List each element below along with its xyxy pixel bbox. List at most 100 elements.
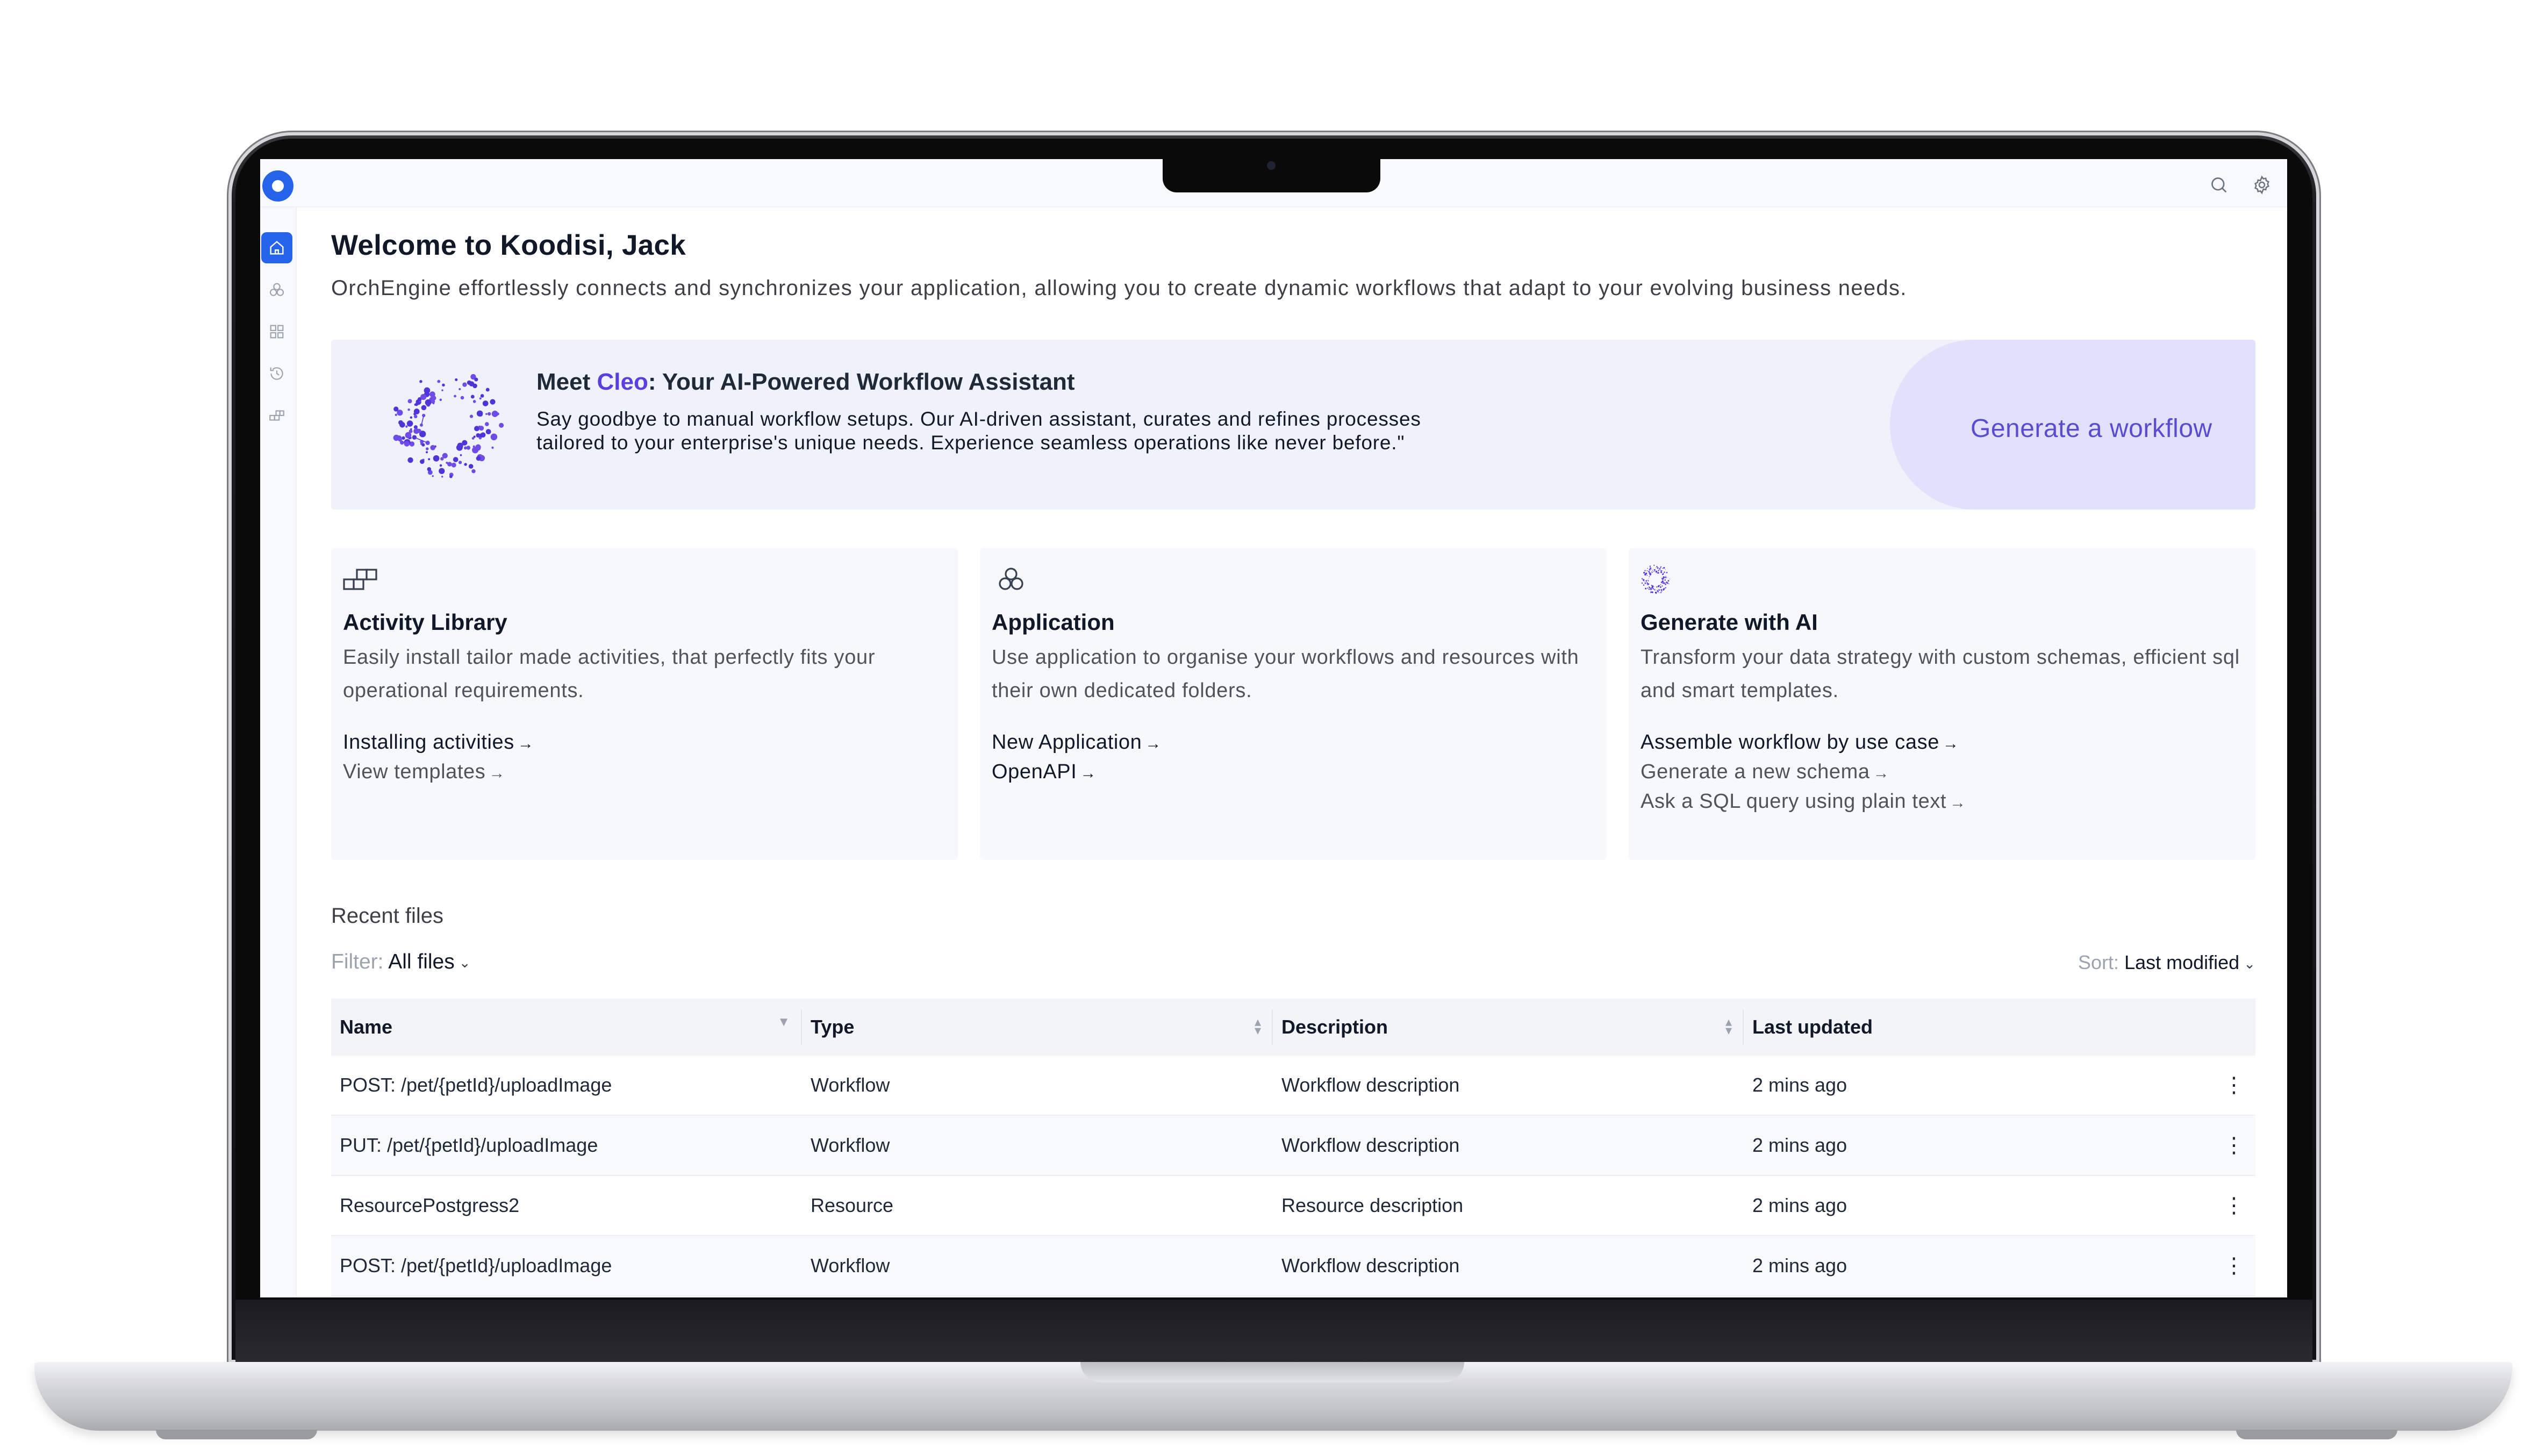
cell-name: PUT: /pet/{petId}/uploadImage (331, 1115, 802, 1176)
page-title: Welcome to Koodisi, Jack (331, 229, 686, 261)
table-row[interactable]: POST: /pet/{petId}/uploadImage Workflow … (331, 1056, 2255, 1116)
cell-name: POST: /pet/{petId}/uploadImage (331, 1236, 802, 1296)
table-row[interactable]: POST: /pet/{petId}/uploadImage Workflow … (331, 1236, 2255, 1296)
cell-name: ResourcePostgress2 (331, 1175, 802, 1236)
sort-label: Sort: (2078, 951, 2119, 973)
more-options-icon[interactable]: ⋮ (2215, 1175, 2255, 1236)
banner-title-suffix: : Your AI-Powered Workflow Assistant (648, 369, 1075, 395)
arrow-right-icon: → (1080, 764, 1097, 782)
cleo-logo-icon (391, 368, 504, 480)
table-row[interactable]: PUT: /pet/{petId}/uploadImage Workflow W… (331, 1115, 2255, 1176)
sort-value: Last modified (2124, 951, 2240, 973)
link-label: View templates (343, 761, 486, 783)
column-label: Name (340, 1016, 393, 1038)
column-header-actions (2215, 999, 2255, 1056)
activity-library-icon (343, 564, 382, 594)
activity-library-icon (269, 410, 284, 421)
sort-dropdown[interactable]: Sort: Last modified ⌄ (2078, 951, 2255, 974)
arrow-right-icon: → (1950, 794, 1966, 812)
column-header-description[interactable]: Description ▴ ▾ (1273, 999, 1744, 1056)
card-links: Installing activities → View templates → (343, 728, 534, 787)
view-templates-link[interactable]: View templates → (343, 758, 534, 787)
column-label: Type (811, 1016, 855, 1038)
filter-dropdown[interactable]: Filter: All files ⌄ (331, 950, 471, 974)
assemble-workflow-link[interactable]: Assemble workflow by use case → (1641, 728, 1966, 758)
column-label: Description (1281, 1016, 1388, 1038)
generate-workflow-button[interactable]: Generate a workflow (1971, 414, 2212, 443)
cell-name: POST: /pet/{petId}/uploadImage (331, 1056, 802, 1116)
table-header-row: Name ▼ Type ▴ ▾ Description ▴ ▾ Last updated (331, 999, 2255, 1056)
app-logo-icon[interactable] (262, 170, 293, 202)
main-content: Welcome to Koodisi, Jack OrchEngine effo… (331, 159, 2255, 1297)
sidebar-item-activity-library[interactable] (261, 400, 292, 431)
table-row[interactable]: ResourcePostgress2 Resource Resource des… (331, 1175, 2255, 1236)
column-header-last-updated[interactable]: Last updated (1744, 999, 2215, 1056)
link-label: Generate a new schema (1641, 761, 1870, 783)
cell-type: Workflow (802, 1115, 1273, 1176)
column-header-type[interactable]: Type ▴ ▾ (802, 999, 1273, 1056)
filter-value: All files (388, 950, 455, 973)
cell-updated: 2 mins ago (1744, 1115, 2215, 1176)
card-description: Transform your data strategy with custom… (1641, 646, 2240, 702)
filter-icon[interactable]: ▼ (777, 1016, 790, 1029)
grid-icon (270, 325, 284, 339)
arrow-right-icon: → (489, 764, 505, 782)
more-options-icon[interactable]: ⋮ (2215, 1115, 2255, 1176)
card-title: Generate with AI (1641, 609, 1818, 635)
banner-description: Say goodbye to manual workflow setups. O… (536, 408, 1421, 454)
laptop-opening-notch (1080, 1362, 1464, 1382)
recent-files-title: Recent files (331, 904, 443, 928)
sort-icon[interactable]: ▴ ▾ (1725, 1016, 1732, 1037)
link-label: Installing activities (343, 731, 514, 754)
generate-schema-link[interactable]: Generate a new schema → (1641, 758, 1966, 787)
card-description: Use application to organise your workflo… (992, 646, 1579, 702)
more-options-icon[interactable]: ⋮ (2215, 1056, 2255, 1116)
cell-description: Resource description (1273, 1175, 1744, 1236)
camera-icon (1267, 161, 1276, 170)
page-subtitle: OrchEngine effortlessly connects and syn… (331, 276, 1907, 300)
card-links: Assemble workflow by use case → Generate … (1641, 728, 1966, 817)
cleo-banner: Meet Cleo: Your AI-Powered Workflow Assi… (331, 340, 2255, 510)
home-icon (270, 241, 284, 255)
sidebar-item-home[interactable] (261, 232, 292, 263)
ask-sql-link[interactable]: Ask a SQL query using plain text → (1641, 787, 1966, 817)
link-label: Ask a SQL query using plain text (1641, 790, 1947, 813)
arrow-right-icon: → (1873, 764, 1890, 782)
sidebar-item-grid[interactable] (261, 316, 292, 347)
sidebar-item-application[interactable] (261, 274, 292, 305)
screen: Welcome to Koodisi, Jack OrchEngine effo… (260, 159, 2287, 1297)
cleo-ai-icon (1641, 564, 1671, 594)
recent-files-table: Name ▼ Type ▴ ▾ Description ▴ ▾ Last updated … (331, 999, 2255, 1296)
laptop-chin (235, 1300, 2312, 1363)
cell-type: Resource (802, 1175, 1273, 1236)
arrow-right-icon: → (1145, 735, 1162, 752)
card-title: Activity Library (343, 609, 507, 635)
installing-activities-link[interactable]: Installing activities → (343, 728, 534, 758)
openapi-link[interactable]: OpenAPI → (992, 758, 1162, 787)
card-application: Application Use application to organise … (980, 548, 1607, 860)
link-label: OpenAPI (992, 761, 1077, 783)
sidebar (260, 207, 297, 1297)
chevron-down-icon: ⌄ (2244, 955, 2255, 972)
history-icon (270, 367, 283, 380)
link-label: Assemble workflow by use case (1641, 731, 1939, 754)
column-label: Last updated (1752, 1016, 1873, 1038)
banner-title-prefix: Meet (536, 369, 597, 395)
banner-title: Meet Cleo: Your AI-Powered Workflow Assi… (536, 369, 1075, 396)
application-icon (269, 283, 284, 296)
cleo-name: Cleo (597, 369, 648, 395)
cell-updated: 2 mins ago (1744, 1236, 2215, 1296)
cell-type: Workflow (802, 1236, 1273, 1296)
column-header-name[interactable]: Name ▼ (331, 999, 802, 1056)
cell-type: Workflow (802, 1056, 1273, 1116)
cell-description: Workflow description (1273, 1236, 1744, 1296)
card-generate-with-ai: Generate with AI Transform your data str… (1629, 548, 2255, 860)
link-label: New Application (992, 731, 1142, 754)
sidebar-item-history[interactable] (261, 358, 292, 389)
filter-label: Filter: (331, 950, 384, 973)
cell-updated: 2 mins ago (1744, 1056, 2215, 1116)
sort-icon[interactable]: ▴ ▾ (1255, 1016, 1261, 1037)
more-options-icon[interactable]: ⋮ (2215, 1236, 2255, 1296)
new-application-link[interactable]: New Application → (992, 728, 1162, 758)
card-links: New Application → OpenAPI → (992, 728, 1162, 787)
